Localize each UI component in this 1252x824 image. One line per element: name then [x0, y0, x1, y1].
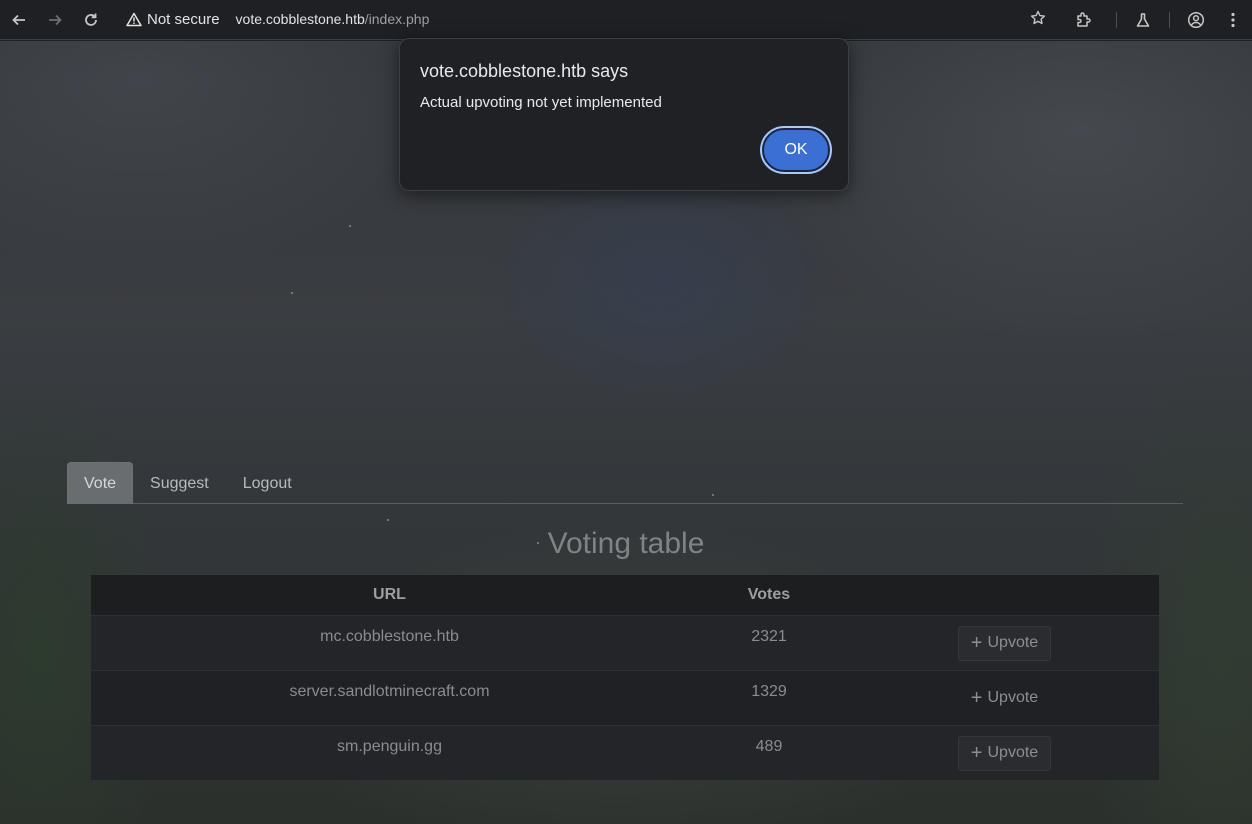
dialog-message: Actual upvoting not yet implemented [420, 94, 662, 111]
security-label: Not secure [147, 10, 220, 28]
toolbar-divider [1169, 12, 1170, 28]
warning-triangle-icon [126, 12, 142, 26]
extensions-button[interactable] [1066, 2, 1102, 38]
upvote-button[interactable]: + Upvote [958, 681, 1051, 716]
background-star [349, 225, 351, 227]
account-circle-icon [1187, 11, 1205, 29]
flask-icon [1136, 13, 1150, 27]
column-header-url: URL [91, 575, 688, 615]
tab-logout[interactable]: Logout [226, 462, 309, 504]
url-path: /index.php [364, 11, 430, 27]
reload-button[interactable] [73, 2, 109, 38]
arrow-right-icon [49, 14, 62, 25]
row-action-cell: + Upvote [850, 724, 1159, 780]
arrow-left-icon [12, 14, 25, 25]
row-url: server.sandlotminecraft.com [91, 669, 688, 725]
row-votes: 2321 [688, 614, 850, 670]
row-action-cell: + Upvote [850, 669, 1159, 725]
alert-dialog: vote.cobblestone.htb says Actual upvotin… [399, 38, 849, 191]
plus-icon: + [970, 687, 983, 709]
toolbar-divider [1116, 12, 1117, 28]
table-row: server.sandlotminecraft.com 1329 + Upvote [91, 669, 1159, 725]
upvote-label: Upvote [987, 744, 1039, 761]
dialog-title: vote.cobblestone.htb says [420, 61, 629, 81]
url-host: vote.cobblestone.htb [235, 11, 365, 27]
row-votes: 489 [688, 724, 850, 780]
url-text[interactable]: vote.cobblestone.htb/index.php [236, 11, 430, 27]
security-indicator[interactable]: Not secure [126, 11, 220, 28]
more-vert-icon [1231, 12, 1235, 28]
upvote-label: Upvote [987, 634, 1039, 651]
browser-toolbar: Not secure vote.cobblestone.htb/index.ph… [0, 0, 1252, 40]
tab-vote[interactable]: Vote [67, 462, 134, 504]
background-star [291, 292, 293, 294]
ok-button[interactable]: OK [762, 128, 830, 172]
nav-tabs: Vote Suggest Logout [67, 462, 1183, 504]
profile-button[interactable] [1178, 2, 1214, 38]
table-row: sm.penguin.gg 489 + Upvote [91, 724, 1159, 780]
address-bar[interactable]: Not secure vote.cobblestone.htb/index.ph… [116, 4, 1056, 34]
background-star [387, 519, 389, 521]
table-row: mc.cobblestone.htb 2321 + Upvote [91, 614, 1159, 670]
row-url: mc.cobblestone.htb [91, 614, 688, 670]
table-header-row: URL Votes [91, 575, 1159, 615]
row-action-cell: + Upvote [850, 614, 1159, 670]
bookmark-star-icon[interactable] [1030, 10, 1046, 31]
back-button[interactable] [1, 2, 37, 38]
plus-icon: + [970, 742, 983, 764]
upvote-button[interactable]: + Upvote [957, 735, 1052, 771]
upvote-label: Upvote [987, 689, 1039, 706]
puzzle-icon [1077, 12, 1091, 27]
forward-button[interactable] [37, 2, 73, 38]
menu-button[interactable] [1214, 2, 1252, 38]
row-url: sm.penguin.gg [91, 724, 688, 780]
plus-icon: + [970, 632, 983, 654]
voting-table: URL Votes mc.cobblestone.htb 2321 + Upvot… [91, 575, 1159, 780]
row-votes: 1329 [688, 669, 850, 725]
upvote-button[interactable]: + Upvote [957, 625, 1052, 661]
reload-icon [85, 13, 97, 26]
column-header-action [850, 575, 1159, 615]
column-header-votes: Votes [688, 575, 850, 615]
tab-suggest[interactable]: Suggest [133, 462, 226, 504]
page-title: Voting table [547, 527, 705, 560]
labs-button[interactable] [1125, 2, 1161, 38]
